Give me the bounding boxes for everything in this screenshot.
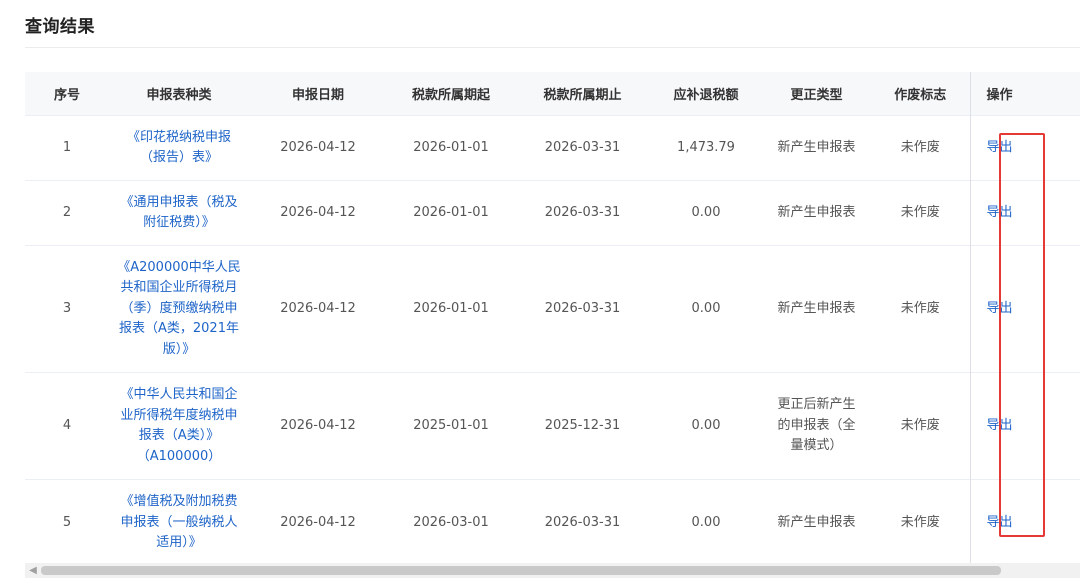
table-row: 2 《通用申报表（税及附征税费）》 2026-04-12 2026-01-01 …	[25, 180, 1080, 246]
correction-type-cell: 更正后新产生的申报表（全量模式）	[762, 372, 871, 480]
export-link[interactable]: 导出	[987, 301, 1013, 316]
form-name-link[interactable]: 《印花税纳税申报（报告）表》	[115, 128, 243, 169]
table-row: 4 《中华人民共和国企业所得税年度纳税申报表（A类）》（A100000） 202…	[25, 372, 1080, 480]
filing-date-cell: 2026-04-12	[249, 245, 387, 373]
page-title: 查询结果	[25, 17, 95, 37]
correction-type-cell: 新产生申报表	[762, 245, 871, 373]
column-header-form-name: 申报表种类	[109, 72, 249, 116]
void-flag-cell: 未作废	[871, 245, 970, 373]
column-header-period-start: 税款所属期起	[387, 72, 515, 116]
results-table: 序号 申报表种类 申报日期 税款所属期起 税款所属期止 应补退税额 更正类型 作…	[25, 72, 1080, 566]
period-end-cell: 2026-03-31	[515, 180, 650, 246]
void-flag-cell: 未作废	[871, 180, 970, 246]
correction-type-text: 更正后新产生的申报表（全量模式）	[777, 397, 856, 454]
horizontal-scrollbar[interactable]: ◀	[25, 563, 1080, 578]
period-end-cell: 2025-12-31	[515, 372, 650, 480]
export-link[interactable]: 导出	[987, 205, 1013, 220]
form-name-cell: 《A200000中华人民共和国企业所得税月（季）度预缴纳税申报表（A类，2021…	[109, 245, 249, 373]
filing-date-cell: 2026-04-12	[249, 372, 387, 480]
form-name-cell: 《增值税及附加税费申报表（一般纳税人适用）》	[109, 479, 249, 566]
table-row: 1 《印花税纳税申报（报告）表》 2026-04-12 2026-01-01 2…	[25, 115, 1080, 181]
export-link[interactable]: 导出	[987, 515, 1013, 530]
period-start-cell: 2026-03-01	[387, 479, 515, 566]
row-index: 2	[25, 180, 109, 246]
filing-date-cell: 2026-04-12	[249, 479, 387, 566]
correction-type-cell: 新产生申报表	[762, 115, 871, 181]
row-index: 3	[25, 245, 109, 373]
period-start-cell: 2026-01-01	[387, 180, 515, 246]
title-divider	[25, 47, 1080, 48]
row-index: 4	[25, 372, 109, 480]
void-flag-cell: 未作废	[871, 479, 970, 566]
query-results-page: 查询结果 序号 申报表种类 申报日期 税款所属期起 税款所属期止 应补退税额 更…	[0, 0, 1080, 578]
table-header-row: 序号 申报表种类 申报日期 税款所属期起 税款所属期止 应补退税额 更正类型 作…	[25, 72, 1080, 116]
period-start-cell: 2026-01-01	[387, 115, 515, 181]
table-row: 5 《增值税及附加税费申报表（一般纳税人适用）》 2026-04-12 2026…	[25, 479, 1080, 566]
form-name-link[interactable]: 《通用申报表（税及附征税费）》	[115, 193, 243, 234]
export-link[interactable]: 导出	[987, 418, 1013, 433]
column-header-correction-type: 更正类型	[762, 72, 871, 116]
period-end-cell: 2026-03-31	[515, 115, 650, 181]
period-start-cell: 2025-01-01	[387, 372, 515, 480]
form-name-cell: 《通用申报表（税及附征税费）》	[109, 180, 249, 246]
column-header-void-flag: 作废标志	[871, 72, 970, 116]
column-header-action: 操作	[969, 72, 1080, 116]
correction-type-cell: 新产生申报表	[762, 479, 871, 566]
form-name-link[interactable]: 《增值税及附加税费申报表（一般纳税人适用）》	[115, 492, 243, 554]
scrollbar-thumb[interactable]	[41, 566, 1001, 575]
void-flag-cell: 未作废	[871, 372, 970, 480]
tax-amount-cell: 0.00	[650, 245, 762, 373]
chevron-left-icon[interactable]: ◀	[27, 563, 39, 578]
action-cell: 导出	[969, 245, 1080, 373]
tax-amount-cell: 1,473.79	[650, 115, 762, 181]
column-header-index: 序号	[25, 72, 109, 116]
correction-type-cell: 新产生申报表	[762, 180, 871, 246]
form-name-cell: 《印花税纳税申报（报告）表》	[109, 115, 249, 181]
void-flag-cell: 未作废	[871, 115, 970, 181]
action-cell: 导出	[969, 115, 1080, 181]
column-header-tax-amount: 应补退税额	[650, 72, 762, 116]
column-header-filing-date: 申报日期	[249, 72, 387, 116]
filing-date-cell: 2026-04-12	[249, 115, 387, 181]
action-cell: 导出	[969, 479, 1080, 566]
action-cell: 导出	[969, 372, 1080, 480]
filing-date-cell: 2026-04-12	[249, 180, 387, 246]
action-cell: 导出	[969, 180, 1080, 246]
period-end-cell: 2026-03-31	[515, 245, 650, 373]
row-index: 1	[25, 115, 109, 181]
tax-amount-cell: 0.00	[650, 479, 762, 566]
row-index: 5	[25, 479, 109, 566]
column-header-period-end: 税款所属期止	[515, 72, 650, 116]
tax-amount-cell: 0.00	[650, 372, 762, 480]
form-name-cell: 《中华人民共和国企业所得税年度纳税申报表（A类）》（A100000）	[109, 372, 249, 480]
form-name-link[interactable]: 《中华人民共和国企业所得税年度纳税申报表（A类）》（A100000）	[115, 385, 243, 467]
tax-amount-cell: 0.00	[650, 180, 762, 246]
form-name-link[interactable]: 《A200000中华人民共和国企业所得税月（季）度预缴纳税申报表（A类，2021…	[115, 258, 243, 361]
export-link[interactable]: 导出	[987, 140, 1013, 155]
period-end-cell: 2026-03-31	[515, 479, 650, 566]
period-start-cell: 2026-01-01	[387, 245, 515, 373]
table-row: 3 《A200000中华人民共和国企业所得税月（季）度预缴纳税申报表（A类，20…	[25, 245, 1080, 373]
